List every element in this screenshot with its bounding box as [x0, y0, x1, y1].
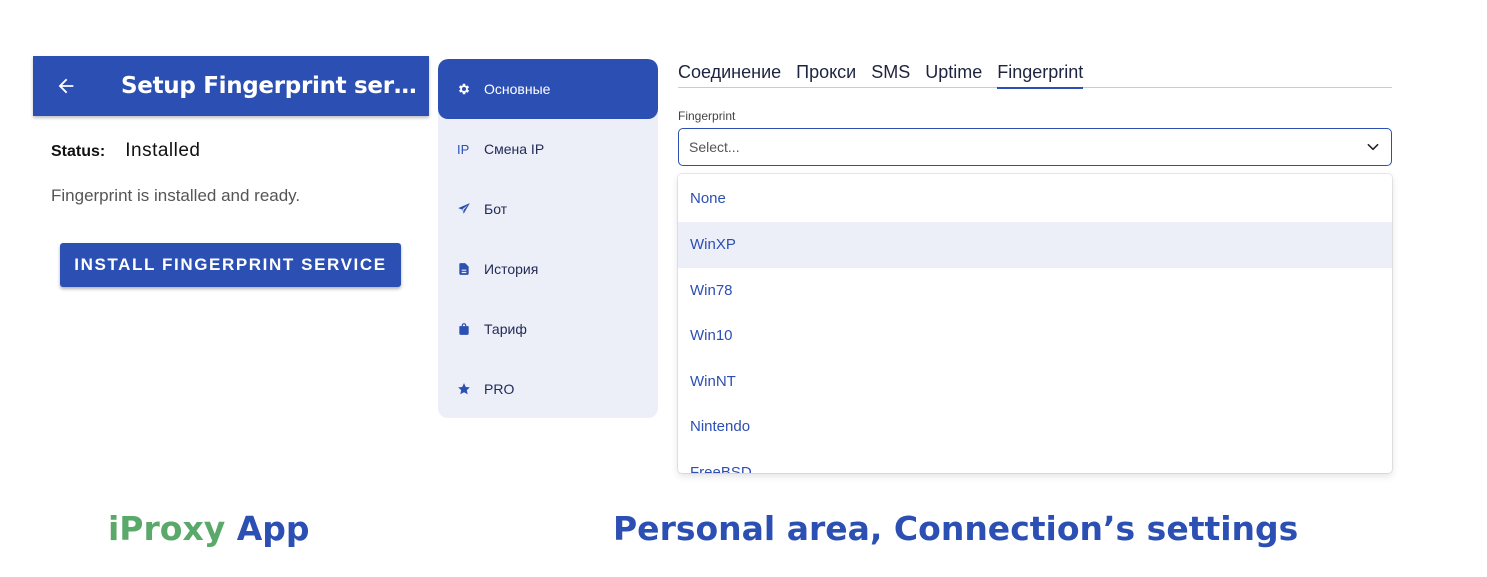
status-label: Status: — [51, 143, 106, 160]
sidebar-item-label: Смена IP — [484, 141, 545, 157]
status-value: Installed — [125, 140, 201, 161]
ip-icon: IP — [457, 141, 470, 157]
option-nintendo[interactable]: Nintendo — [678, 404, 1392, 450]
caption-app: iProxy App — [108, 509, 310, 548]
sidebar-item-history[interactable]: История — [438, 239, 658, 299]
option-win10[interactable]: Win10 — [678, 313, 1392, 359]
option-winxp[interactable]: WinXP — [678, 222, 1392, 268]
bag-icon — [457, 322, 471, 336]
fingerprint-field-label: Fingerprint — [678, 109, 736, 123]
sidebar-item-bot[interactable]: Бот — [438, 179, 658, 239]
sidebar-item-label: История — [484, 261, 539, 277]
status-description: Fingerprint is installed and ready. — [51, 186, 301, 205]
document-icon — [457, 262, 471, 276]
tab-proxy[interactable]: Прокси — [796, 58, 856, 88]
tab-uptime[interactable]: Uptime — [925, 58, 982, 88]
sidebar: Основные IP Смена IP Бот История Тариф P… — [438, 59, 658, 418]
caption-app-brand: iProxy — [108, 509, 226, 548]
status-row: Status: Installed — [51, 140, 201, 162]
back-button[interactable] — [33, 56, 99, 116]
arrow-left-icon — [58, 78, 74, 94]
fingerprint-dropdown: None WinXP Win78 Win10 WinNT Nintendo Fr… — [678, 174, 1392, 473]
option-win78[interactable]: Win78 — [678, 268, 1392, 314]
gear-icon — [457, 82, 471, 96]
tab-connection[interactable]: Соединение — [678, 58, 781, 88]
sidebar-item-main[interactable]: Основные — [438, 59, 658, 119]
sidebar-item-label: Тариф — [484, 321, 527, 337]
page-title: Setup Fingerprint servi... — [121, 73, 421, 99]
sidebar-item-pro[interactable]: PRO — [438, 359, 658, 418]
select-placeholder: Select... — [689, 139, 740, 155]
star-icon — [457, 382, 471, 396]
option-winnt[interactable]: WinNT — [678, 359, 1392, 405]
tab-sms[interactable]: SMS — [871, 58, 910, 88]
sidebar-item-tariff[interactable]: Тариф — [438, 299, 658, 359]
sidebar-item-ip-change[interactable]: IP Смена IP — [438, 119, 658, 179]
chevron-down-icon — [1365, 139, 1381, 155]
caption-app-suffix: App — [225, 509, 310, 548]
sidebar-item-label: PRO — [484, 381, 515, 397]
caption-personal-area: Personal area, Connection’s settings — [613, 509, 1299, 548]
app-header: Setup Fingerprint servi... — [33, 56, 429, 116]
paper-plane-icon — [457, 202, 471, 216]
option-none[interactable]: None — [678, 174, 1392, 222]
sidebar-item-label: Бот — [484, 201, 508, 217]
install-fingerprint-button[interactable]: INSTALL FINGERPRINT SERVICE — [60, 243, 401, 287]
tab-bar: Соединение Прокси SMS Uptime Fingerprint — [678, 58, 1392, 89]
tab-fingerprint[interactable]: Fingerprint — [997, 58, 1084, 89]
sidebar-item-label: Основные — [484, 81, 551, 97]
fingerprint-select[interactable]: Select... — [678, 128, 1392, 166]
option-freebsd[interactable]: FreeBSD — [678, 450, 1392, 473]
